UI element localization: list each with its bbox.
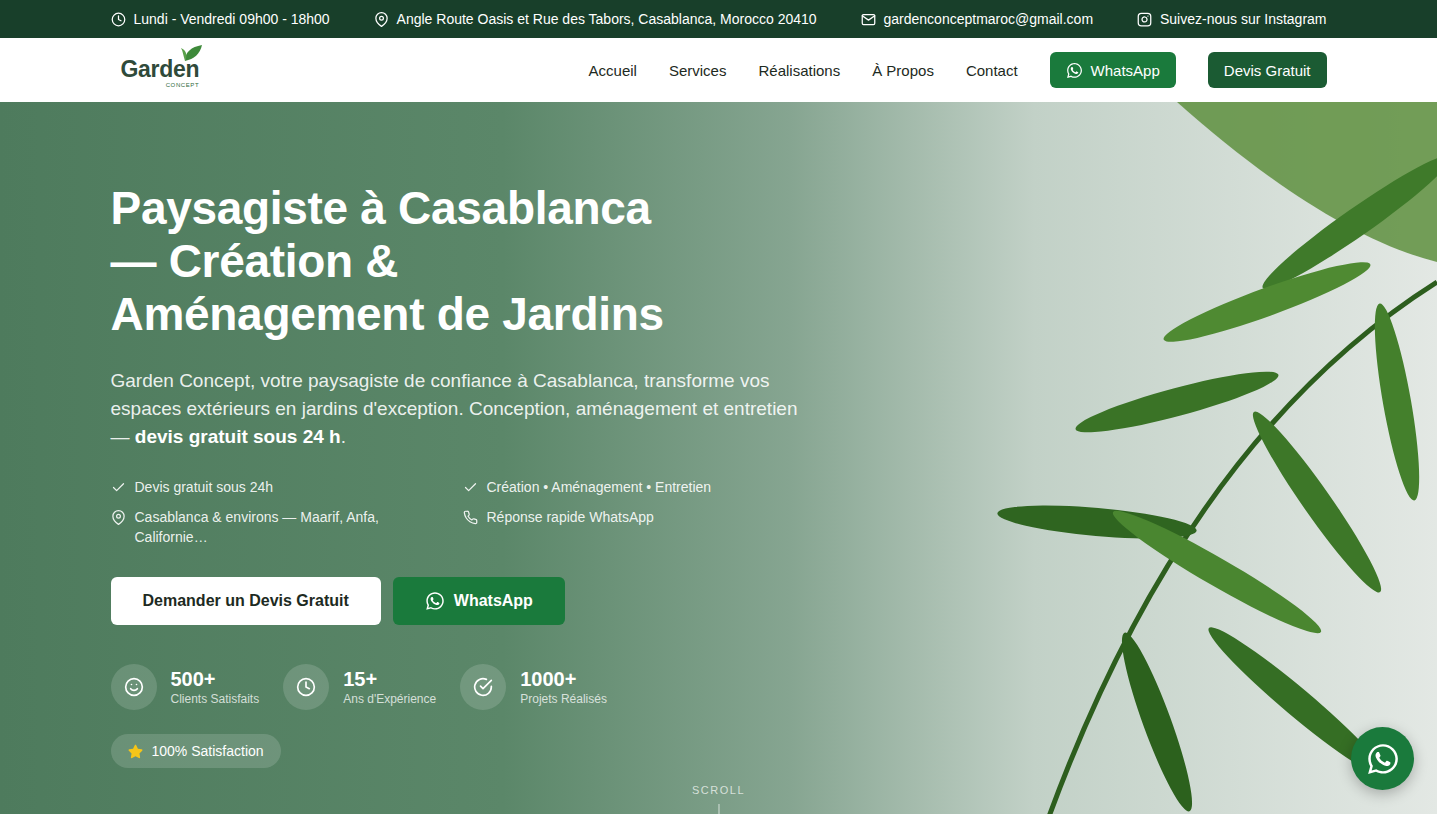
star-icon: [128, 744, 143, 759]
scroll-indicator[interactable]: SCROLL: [692, 784, 745, 814]
stats: 500+Clients Satisfaits 15+Ans d'Expérienc…: [111, 664, 1327, 710]
whatsapp-icon: [1366, 742, 1400, 776]
phone-icon: [463, 510, 478, 525]
feature-list: Devis gratuit sous 24hCréation • Aménage…: [111, 477, 1327, 547]
stat-item: 15+Ans d'Expérience: [283, 664, 436, 710]
request-quote-button[interactable]: Demander un Devis Gratuit: [111, 577, 381, 625]
top-bar-item[interactable]: Suivez-nous sur Instagram: [1137, 11, 1327, 27]
satisfaction-badge: 100% Satisfaction: [111, 734, 281, 768]
map-pin-icon: [111, 510, 126, 525]
stat-item: 1000+Projets Réalisés: [460, 664, 607, 710]
feature-item: Création • Aménagement • Entretien: [463, 477, 815, 497]
smile-icon: [124, 677, 144, 697]
instagram-icon: [1137, 12, 1152, 27]
feature-item: Devis gratuit sous 24h: [111, 477, 463, 497]
mail-icon: [861, 12, 876, 27]
feature-item: Réponse rapide WhatsApp: [463, 507, 815, 547]
hero-title: Paysagiste à Casablanca— Création &Aména…: [111, 182, 1327, 341]
hero: Paysagiste à Casablanca— Création &Aména…: [0, 102, 1437, 814]
whatsapp-button[interactable]: WhatsApp: [393, 577, 565, 625]
nav-link[interactable]: Accueil: [589, 62, 637, 79]
main-nav: Accueil Services Réalisations À Propos Conta…: [589, 52, 1327, 88]
stat-item: 500+Clients Satisfaits: [111, 664, 260, 710]
floating-whatsapp-button[interactable]: [1351, 727, 1414, 790]
top-bar-item: Lundi - Vendredi 09h00 - 18h00: [111, 11, 330, 27]
nav-link[interactable]: Contact: [966, 62, 1018, 79]
whatsapp-button[interactable]: WhatsApp: [1050, 52, 1176, 88]
check-icon: [463, 480, 478, 495]
clock-icon: [296, 677, 316, 697]
whatsapp-icon: [425, 591, 445, 611]
quote-button[interactable]: Devis Gratuit: [1208, 52, 1327, 88]
nav-link[interactable]: Réalisations: [758, 62, 840, 79]
nav-link[interactable]: À Propos: [872, 62, 934, 79]
feature-item: Casablanca & environs — Maarif, Anfa, Ca…: [111, 507, 463, 547]
check-icon: [111, 480, 126, 495]
nav-link[interactable]: Services: [669, 62, 727, 79]
whatsapp-icon: [1066, 62, 1083, 79]
plant-photo: [797, 102, 1437, 814]
clock-icon: [111, 12, 126, 27]
check-circle-icon: [473, 677, 493, 697]
map-pin-icon: [374, 12, 389, 27]
leaf-icon: [181, 44, 203, 62]
hero-subtitle: Garden Concept, votre paysagiste de conf…: [111, 367, 811, 451]
top-bar: Lundi - Vendredi 09h00 - 18h00 Angle Rout…: [0, 0, 1437, 38]
top-bar-item: Angle Route Oasis et Rue des Tabors, Cas…: [374, 11, 817, 27]
top-bar-item[interactable]: gardenconceptmaroc@gmail.com: [861, 11, 1094, 27]
nav-bar: GardenCONCEPT Accueil Services Réalisations…: [0, 38, 1437, 102]
page: Lundi - Vendredi 09h00 - 18h00 Angle Rout…: [0, 0, 1437, 814]
logo[interactable]: GardenCONCEPT: [111, 52, 200, 88]
